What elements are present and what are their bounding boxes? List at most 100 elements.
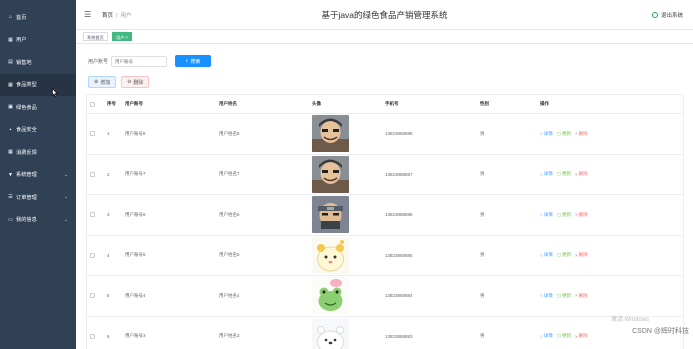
update-label: 更新 xyxy=(561,171,571,177)
cell-name: 用户姓名7 xyxy=(219,171,240,177)
sidebar-item-label: 用户 xyxy=(16,37,27,44)
cell-name: 用户姓名6 xyxy=(219,211,240,217)
sidebar-item-1[interactable]: ▦ 用户 xyxy=(0,29,76,52)
search-input[interactable] xyxy=(111,55,168,67)
row-checkbox[interactable] xyxy=(90,171,95,177)
sidebar-item-label: 首页 xyxy=(16,14,27,21)
table-row: 4 用户账号5 用户姓名5 13823888885 男 ○ 详情 ▢ 更新 × 删除 xyxy=(87,236,683,276)
row-checkbox[interactable] xyxy=(90,293,95,299)
select-all-checkbox[interactable] xyxy=(90,101,95,107)
row-delete-button[interactable]: × 删除 xyxy=(575,131,588,137)
cell-name: 用户姓名4 xyxy=(219,292,240,298)
delete-button[interactable]: ⊖ 删除 xyxy=(121,76,150,88)
csdn-watermark: CSDN @辉时科技 xyxy=(632,328,689,335)
sidebar-item-label: 销售地 xyxy=(16,59,32,66)
header-index: 序号 xyxy=(107,101,116,106)
update-label: 更新 xyxy=(561,333,571,339)
cell-name: 用户姓名5 xyxy=(219,252,240,258)
avatar-ninja xyxy=(312,196,349,234)
bag-icon: ▪ xyxy=(9,126,12,133)
user-card-icon: ▭ xyxy=(8,216,13,223)
detail-icon: ○ xyxy=(540,252,543,258)
row-checkbox[interactable] xyxy=(90,333,95,339)
update-button[interactable]: ▢ 更新 xyxy=(557,252,571,258)
cell-account: 用户账号4 xyxy=(125,292,146,298)
detail-label: 详情 xyxy=(543,252,553,258)
avatar-bear xyxy=(312,317,349,349)
sidebar-item-label: 食品类型 xyxy=(16,82,37,89)
row-delete-button[interactable]: × 删除 xyxy=(575,293,588,299)
table-body: 1 用户账号8 用户姓名8 13823888888 男 ○ 详情 ▢ 更新 × 删除 2 用户账号7 用户… xyxy=(87,114,683,349)
avatar-frog xyxy=(312,277,349,315)
row-delete-button[interactable]: × 删除 xyxy=(575,252,588,258)
update-button[interactable]: ▢ 更新 xyxy=(557,293,571,299)
sidebar-item-label: 系统管理 xyxy=(16,172,37,179)
cell-sex: 男 xyxy=(480,171,485,177)
delete-label: 删除 xyxy=(578,130,588,136)
cell-ops: ○ 详情 ▢ 更新 × 删除 xyxy=(540,131,683,137)
edit-icon: ▢ xyxy=(556,252,561,258)
cell-sex: 男 xyxy=(480,292,485,298)
close-icon: × xyxy=(574,131,578,137)
cell-account: 用户账号5 xyxy=(125,252,146,258)
sidebar-item-6[interactable]: ▦ 消费反馈 xyxy=(0,141,76,164)
edit-icon: ▢ xyxy=(556,211,561,217)
detail-button[interactable]: ○ 详情 xyxy=(540,171,553,177)
filter-icon: ▼ xyxy=(8,171,13,178)
update-button[interactable]: ▢ 更新 xyxy=(557,333,571,339)
sidebar-item-5[interactable]: ▪ 食品安全 xyxy=(0,119,76,142)
cell-ops: ○ 详情 ▢ 更新 × 删除 xyxy=(540,212,683,218)
header-sex: 性别 xyxy=(480,101,489,106)
sidebar-item-9[interactable]: ▭ 我的信息 ⌄ xyxy=(0,209,76,232)
update-button[interactable]: ▢ 更新 xyxy=(557,131,571,137)
table-header: 序号 用户账号 用户姓名 头像 手机号 性别 操作 xyxy=(87,95,683,114)
sidebar-item-3[interactable]: ▦ 食品类型 xyxy=(0,73,76,96)
table-row: 5 用户账号4 用户姓名4 13823888884 男 ○ 详情 ▢ 更新 × 删除 xyxy=(87,276,683,317)
main-panel: ☰ 首页 / 用户 基于java的绿色食品产销管理系统 退出系统 系统首页 用户 ×… xyxy=(76,0,693,349)
table-row: 6 用户账号3 用户姓名3 13823888883 男 ○ 详情 ▢ 更新 × 删除 xyxy=(87,317,683,349)
update-button[interactable]: ▢ 更新 xyxy=(557,212,571,218)
cell-ops: ○ 详情 ▢ 更新 × 删除 xyxy=(540,252,683,258)
search-button[interactable]: ⌕ 搜索 xyxy=(175,55,212,67)
logout-button[interactable]: 退出系统 xyxy=(651,11,683,19)
cell-phone: 13823888885 xyxy=(385,252,413,258)
detail-label: 详情 xyxy=(543,333,553,339)
detail-label: 详情 xyxy=(543,130,553,136)
sidebar-item-label: 订单管理 xyxy=(16,194,37,201)
update-label: 更新 xyxy=(561,292,571,298)
row-delete-button[interactable]: × 删除 xyxy=(575,212,588,218)
detail-button[interactable]: ○ 详情 xyxy=(540,333,553,339)
sidebar-item-7[interactable]: ▼ 系统管理 ⌄ xyxy=(0,164,76,187)
list-icon: ☰ xyxy=(8,194,13,201)
close-icon: × xyxy=(574,293,578,299)
update-button[interactable]: ▢ 更新 xyxy=(557,171,571,177)
tag-home[interactable]: 系统首页 xyxy=(83,32,108,41)
search-row: 用户账号 ⌕ 搜索 xyxy=(88,55,212,67)
row-checkbox[interactable] xyxy=(90,131,95,137)
grid-icon: ▦ xyxy=(8,149,13,156)
detail-button[interactable]: ○ 详情 xyxy=(540,212,553,218)
detail-button[interactable]: ○ 详情 xyxy=(540,131,553,137)
close-icon: × xyxy=(574,252,578,258)
row-checkbox[interactable] xyxy=(90,212,95,218)
chevron-down-icon: ⌄ xyxy=(63,194,68,200)
cell-sex: 男 xyxy=(480,211,485,217)
detail-icon: ○ xyxy=(540,131,543,137)
sidebar-item-label: 食品安全 xyxy=(16,127,37,134)
sidebar-item-4[interactable]: ▣ 绿色食品 xyxy=(0,96,76,119)
cell-phone: 13823888887 xyxy=(385,171,413,177)
row-checkbox[interactable] xyxy=(90,252,95,258)
row-delete-button[interactable]: × 删除 xyxy=(575,171,588,177)
folder-icon: ▣ xyxy=(8,104,13,111)
tag-current[interactable]: 用户 × xyxy=(112,32,132,41)
logout-label: 退出系统 xyxy=(660,13,683,19)
detail-icon: ○ xyxy=(540,171,543,177)
sidebar-item-0[interactable]: ⌂ 首页 xyxy=(0,6,76,29)
sidebar-item-2[interactable]: ▤ 销售地 xyxy=(0,51,76,74)
add-button[interactable]: ⊕ 增加 xyxy=(88,76,117,88)
detail-button[interactable]: ○ 详情 xyxy=(540,293,553,299)
sidebar-item-8[interactable]: ☰ 订单管理 ⌄ xyxy=(0,186,76,209)
search-label: 用户账号 xyxy=(88,58,109,65)
row-delete-button[interactable]: × 删除 xyxy=(575,333,588,339)
detail-button[interactable]: ○ 详情 xyxy=(540,252,553,258)
